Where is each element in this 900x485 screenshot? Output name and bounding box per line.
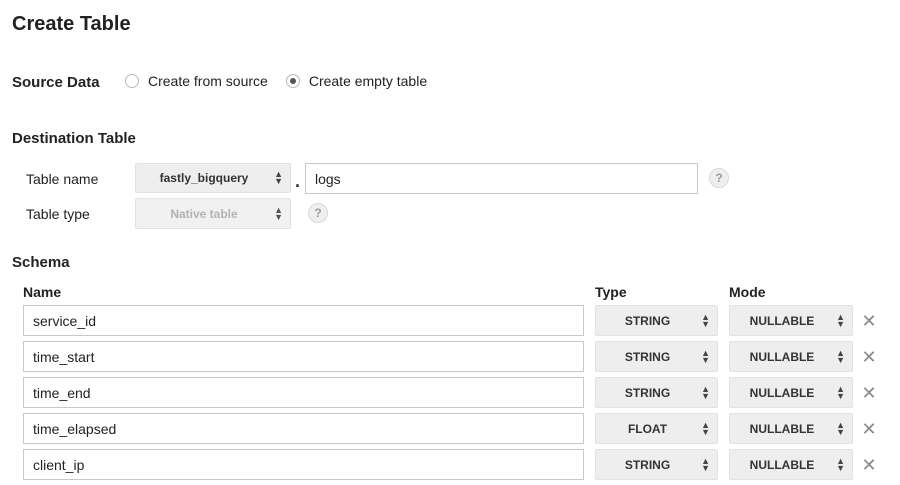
schema-header-mode: Mode xyxy=(729,284,766,300)
field-type-value: STRING xyxy=(624,385,671,400)
schema-header-name: Name xyxy=(23,284,62,300)
field-type-value: STRING xyxy=(624,457,671,472)
up-down-arrows-icon: ▲ ▼ xyxy=(701,455,710,473)
table-type-label: Table type xyxy=(26,206,90,222)
schema-field-name-input[interactable]: service_id xyxy=(23,305,584,336)
close-icon[interactable]: ✕ xyxy=(861,384,877,402)
field-mode-value: NULLABLE xyxy=(749,313,815,328)
schema-field-mode-select[interactable]: NULLABLE ▲ ▼ xyxy=(729,449,853,480)
close-icon[interactable]: ✕ xyxy=(861,420,877,438)
table-type-select[interactable]: Native table ▲ ▼ xyxy=(135,198,291,229)
field-type-value: FLOAT xyxy=(627,421,668,436)
schema-header-type: Type xyxy=(595,284,627,300)
close-icon[interactable]: ✕ xyxy=(861,348,877,366)
up-down-arrows-icon: ▲ ▼ xyxy=(836,347,845,365)
schema-field-type-select[interactable]: STRING ▲ ▼ xyxy=(595,377,718,408)
up-down-arrows-icon: ▲ ▼ xyxy=(836,311,845,329)
field-name-value: time_elapsed xyxy=(33,420,117,437)
field-type-value: STRING xyxy=(624,349,671,364)
schema-field-name-input[interactable]: time_start xyxy=(23,341,584,372)
schema-field-type-select[interactable]: STRING ▲ ▼ xyxy=(595,449,718,480)
radio-button-unchecked[interactable] xyxy=(125,74,139,88)
close-icon[interactable]: ✕ xyxy=(861,312,877,330)
table-name-label: Table name xyxy=(26,171,99,187)
schema-field-mode-select[interactable]: NULLABLE ▲ ▼ xyxy=(729,377,853,408)
source-data-label: Source Data xyxy=(12,74,100,91)
up-down-arrows-icon: ▲ ▼ xyxy=(701,419,710,437)
radio-create-empty-table[interactable]: Create empty table xyxy=(285,73,428,89)
up-down-arrows-icon: ▲ ▼ xyxy=(836,383,845,401)
field-name-value: time_end xyxy=(33,384,91,401)
table-name-input[interactable]: logs xyxy=(305,163,698,194)
field-type-value: STRING xyxy=(624,313,671,328)
schema-field-type-select[interactable]: STRING ▲ ▼ xyxy=(595,305,718,336)
up-down-arrows-icon: ▲ ▼ xyxy=(701,383,710,401)
up-down-arrows-icon: ▲ ▼ xyxy=(836,419,845,437)
table-type-select-value: Native table xyxy=(170,206,238,221)
field-name-value: client_ip xyxy=(33,456,85,473)
dataset-table-separator: . xyxy=(295,171,301,191)
field-mode-value: NULLABLE xyxy=(749,421,815,436)
schema-field-type-select[interactable]: STRING ▲ ▼ xyxy=(595,341,718,372)
dataset-select[interactable]: fastly_bigquery ▲ ▼ xyxy=(135,163,291,193)
destination-table-label: Destination Table xyxy=(12,130,136,147)
schema-label: Schema xyxy=(12,254,70,271)
help-icon[interactable]: ? xyxy=(308,203,328,223)
field-name-value: time_start xyxy=(33,348,95,365)
radio-label: Create from source xyxy=(148,73,268,89)
field-mode-value: NULLABLE xyxy=(749,385,815,400)
source-data-radio-group: Create from source Create empty table xyxy=(125,73,445,89)
schema-field-mode-select[interactable]: NULLABLE ▲ ▼ xyxy=(729,413,853,444)
schema-field-mode-select[interactable]: NULLABLE ▲ ▼ xyxy=(729,305,853,336)
up-down-arrows-icon: ▲ ▼ xyxy=(836,455,845,473)
up-down-arrows-icon: ▲ ▼ xyxy=(274,204,283,222)
radio-label: Create empty table xyxy=(308,73,428,89)
field-mode-value: NULLABLE xyxy=(749,349,815,364)
schema-field-type-select[interactable]: FLOAT ▲ ▼ xyxy=(595,413,718,444)
up-down-arrows-icon: ▲ ▼ xyxy=(701,347,710,365)
up-down-arrows-icon: ▲ ▼ xyxy=(701,311,710,329)
schema-field-mode-select[interactable]: NULLABLE ▲ ▼ xyxy=(729,341,853,372)
page-title: Create Table xyxy=(12,13,131,35)
field-name-value: service_id xyxy=(33,312,97,329)
close-icon[interactable]: ✕ xyxy=(861,456,877,474)
table-name-input-value: logs xyxy=(315,170,341,187)
help-icon[interactable]: ? xyxy=(709,168,729,188)
schema-field-name-input[interactable]: time_end xyxy=(23,377,584,408)
radio-create-from-source[interactable]: Create from source xyxy=(125,73,268,89)
up-down-arrows-icon: ▲ ▼ xyxy=(274,169,283,186)
radio-button-checked[interactable] xyxy=(285,74,300,88)
field-mode-value: NULLABLE xyxy=(749,457,815,472)
schema-field-name-input[interactable]: client_ip xyxy=(23,449,584,480)
dataset-select-value: fastly_bigquery xyxy=(159,171,249,185)
schema-field-name-input[interactable]: time_elapsed xyxy=(23,413,584,444)
